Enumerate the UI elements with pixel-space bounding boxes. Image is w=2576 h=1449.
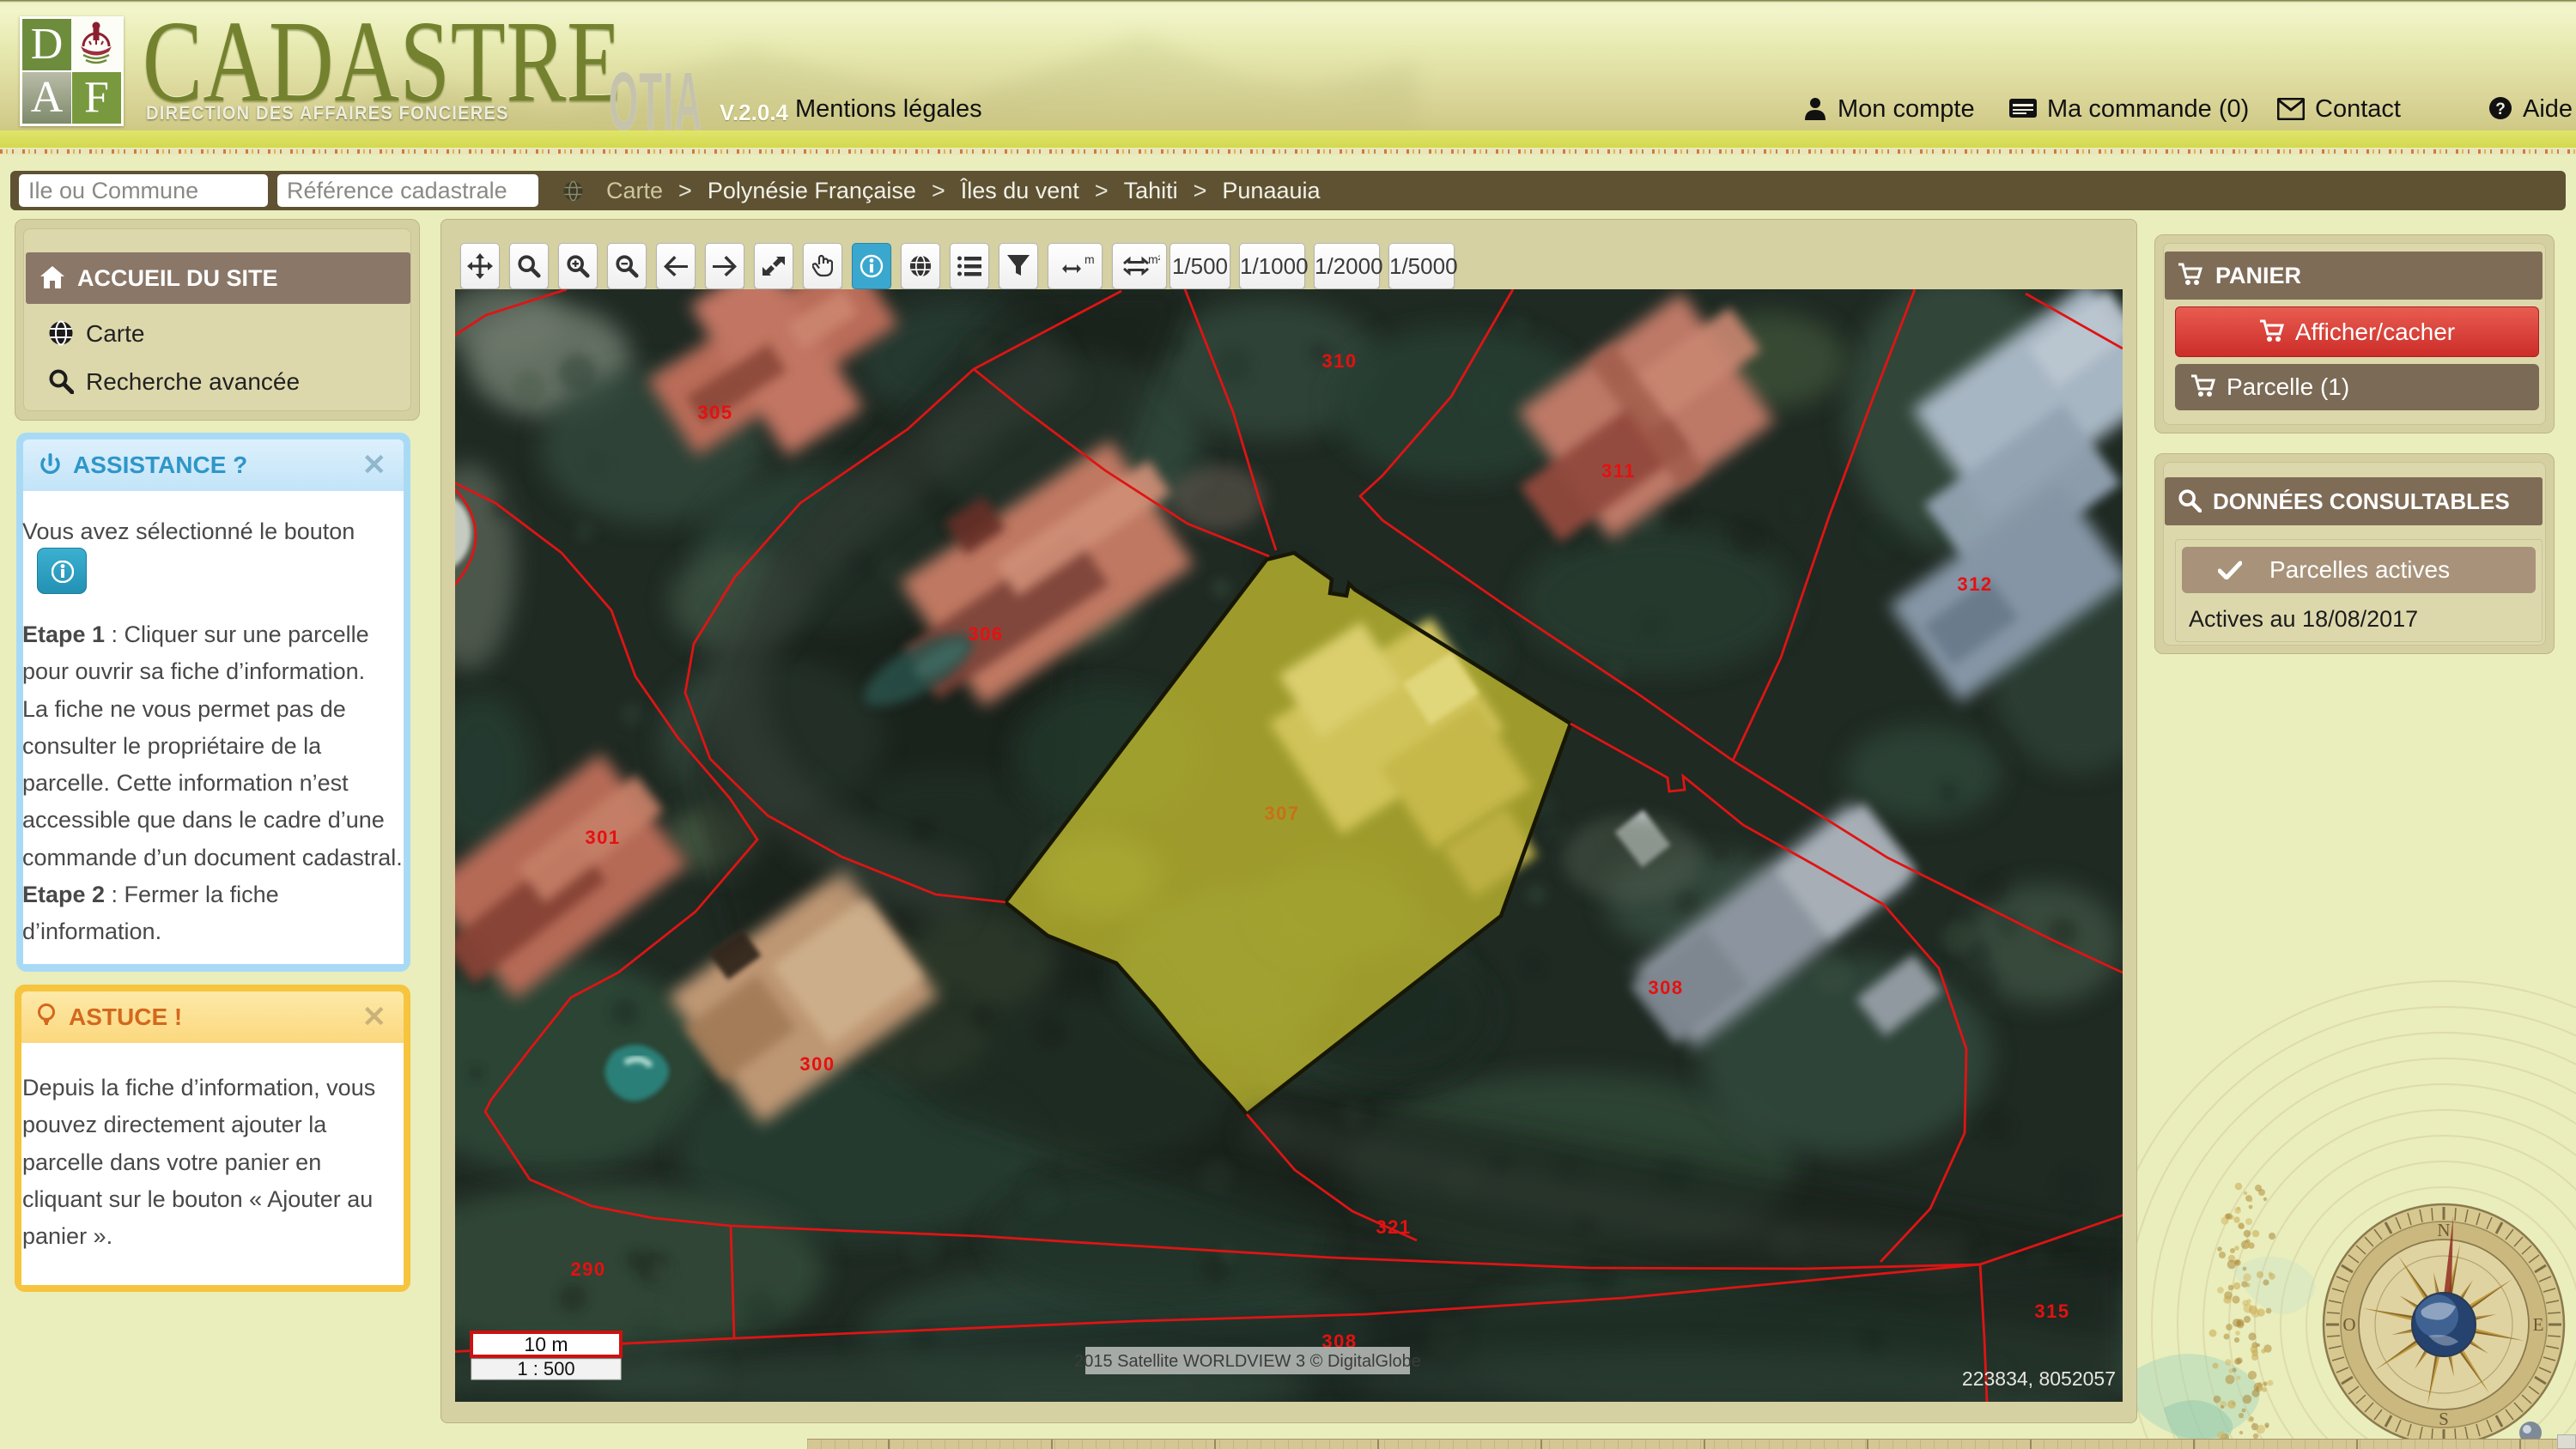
svg-text:m: m — [1084, 253, 1095, 266]
svg-text:?: ? — [2495, 100, 2506, 118]
svg-text:N: N — [2437, 1220, 2450, 1240]
svg-text:O: O — [2342, 1314, 2355, 1335]
svg-text:308: 308 — [1648, 977, 1683, 998]
svg-text:305: 305 — [697, 402, 732, 423]
svg-text:310: 310 — [1321, 350, 1357, 372]
svg-text:306: 306 — [968, 623, 1003, 645]
svg-text:223834, 8052057: 223834, 8052057 — [1962, 1367, 2116, 1390]
svg-text:1 : 500: 1 : 500 — [517, 1358, 574, 1379]
svg-text:301: 301 — [585, 827, 620, 848]
svg-text:300: 300 — [799, 1053, 835, 1075]
svg-text:m²: m² — [1148, 252, 1160, 266]
svg-text:290: 290 — [570, 1258, 605, 1280]
svg-text:2015 Satellite WORLDVIEW 3 © D: 2015 Satellite WORLDVIEW 3 © DigitalGlob… — [1074, 1352, 1421, 1371]
svg-text:312: 312 — [1957, 573, 1992, 595]
svg-text:307: 307 — [1264, 803, 1299, 824]
svg-text:311: 311 — [1601, 460, 1636, 482]
svg-text:321: 321 — [1376, 1216, 1411, 1238]
svg-text:315: 315 — [2034, 1300, 2069, 1322]
svg-text:S: S — [2439, 1409, 2449, 1429]
svg-text:E: E — [2533, 1314, 2544, 1335]
svg-text:10 m: 10 m — [524, 1333, 568, 1355]
